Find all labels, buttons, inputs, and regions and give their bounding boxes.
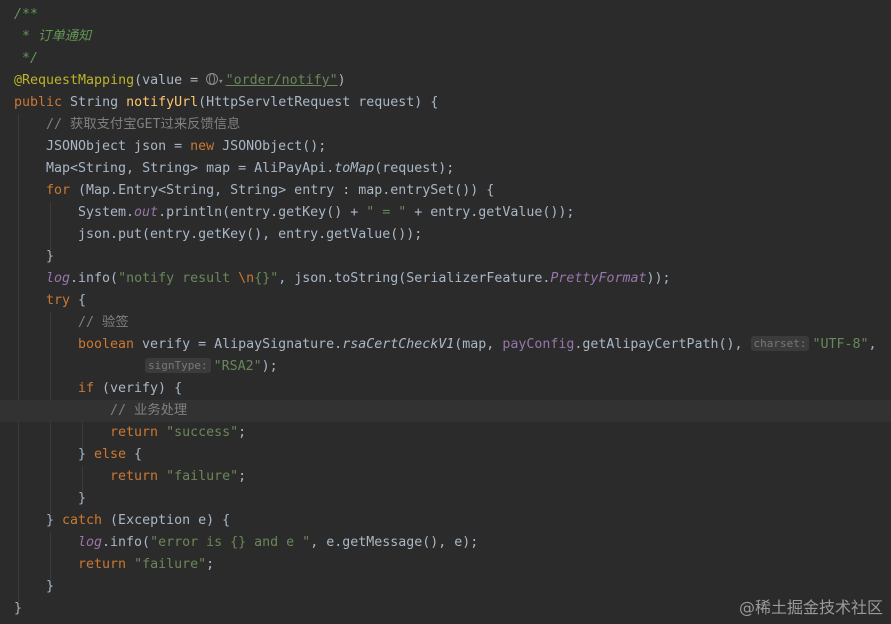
code-line: signType: "RSA2"); [0,356,891,378]
doc-comment: /** [14,7,39,22]
code-line: } [78,491,87,506]
code-line: return "failure"; [78,557,215,572]
code-editor[interactable]: /** * 订单通知 */ @RequestMapping(value = ▾ "… [0,0,891,624]
code-line: Map<String, String> map = AliPayApi.toMa… [46,161,455,176]
annotation-name: @RequestMapping [14,73,135,88]
chevron-down-icon[interactable]: ▾ [218,77,223,87]
code-line: */ [0,48,891,70]
line-comment: // 获取支付宝GET过来反馈信息 [46,117,241,132]
code-line: } [46,249,55,264]
code-line: * 订单通知 [0,26,891,48]
code-line: /** [0,4,891,26]
url-link[interactable]: "order/notify" [226,73,338,88]
globe-icon[interactable] [206,73,219,85]
code-line: log.info("notify result \n{}", json.toSt… [46,271,671,286]
code-line: boolean verify = AlipaySignature.rsaCert… [78,336,877,352]
code-line: return "failure"; [110,469,247,484]
code-line: json.put(entry.getKey(), entry.getValue(… [78,227,423,242]
doc-comment: * 订单通知 [14,29,92,44]
code-line: // 验签 [0,312,891,334]
method-name: notifyUrl [126,95,199,110]
code-line: } else { [78,447,143,462]
line-comment: // 验签 [78,315,129,330]
code-line: if (verify) { [78,381,183,396]
code-line: for (Map.Entry<String, String> entry : m… [46,183,495,198]
watermark: @稀土掘金技术社区 [738,598,883,617]
code-line: try { [46,293,87,308]
line-comment: // 业务处理 [110,403,188,418]
code-line: JSONObject json = new JSONObject(); [46,139,327,154]
code-line: public String notifyUrl(HttpServletReque… [14,95,439,110]
code-line: log.info("error is {} and e ", e.getMess… [78,535,479,550]
doc-comment: */ [14,51,39,66]
code-line: } catch (Exception e) { [46,513,231,528]
parameter-hint: signType: [145,358,211,373]
code-line: System.out.println(entry.getKey() + " = … [78,205,575,220]
parameter-hint: charset: [750,336,810,351]
code-line: // 获取支付宝GET过来反馈信息 [0,114,891,136]
code-line: @RequestMapping(value = ▾ "order/notify") [14,73,346,88]
current-line: // 业务处理 [0,400,891,422]
code-line: return "success"; [110,425,247,440]
